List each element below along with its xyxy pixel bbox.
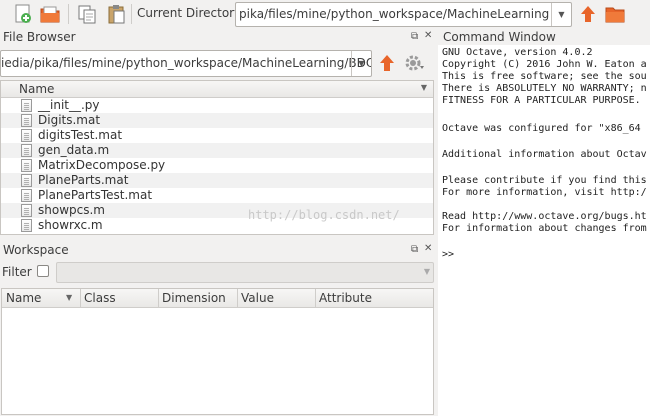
sort-indicator-icon[interactable]: ▼ bbox=[66, 293, 72, 302]
column-header-name[interactable]: Name bbox=[19, 82, 54, 96]
close-icon[interactable]: ✕ bbox=[424, 30, 432, 41]
chevron-down-icon[interactable]: ▼ bbox=[424, 267, 430, 276]
column-divider[interactable] bbox=[80, 289, 81, 308]
column-divider[interactable] bbox=[158, 289, 159, 308]
current-directory-label: Current Directory: bbox=[137, 6, 245, 20]
file-name[interactable]: digitsTest.mat bbox=[38, 128, 122, 142]
command-prompt[interactable]: >> bbox=[442, 249, 454, 260]
watermark: http://blog.csdn.net/ bbox=[248, 208, 400, 222]
command-window-title: Command Window bbox=[443, 30, 556, 44]
file-row[interactable]: PlanePartsTest.mat bbox=[1, 188, 433, 203]
file-name[interactable]: Digits.mat bbox=[38, 113, 100, 127]
toolbar-separator bbox=[68, 4, 69, 24]
chevron-down-icon[interactable]: ▼ bbox=[551, 3, 571, 26]
column-header-attribute[interactable]: Attribute bbox=[319, 291, 372, 305]
column-header-name[interactable]: Name bbox=[6, 291, 41, 305]
file-icon bbox=[21, 174, 32, 187]
close-icon[interactable]: ✕ bbox=[424, 243, 432, 254]
file-icon bbox=[21, 129, 32, 142]
workspace-table-header: Name ▼ Class Dimension Value Attribute bbox=[2, 289, 433, 308]
column-header-class[interactable]: Class bbox=[84, 291, 116, 305]
file-browser-title: File Browser bbox=[3, 30, 76, 44]
file-icon bbox=[21, 219, 32, 232]
copy-icon[interactable] bbox=[76, 3, 98, 25]
command-output-line: FITNESS FOR A PARTICULAR PURPOSE. bbox=[442, 95, 647, 106]
command-output-line: Read http://www.octave.org/bugs.ht bbox=[442, 211, 647, 222]
command-output-line: Additional information about Octav bbox=[442, 149, 647, 160]
file-name[interactable]: PlaneParts.mat bbox=[38, 173, 128, 187]
command-output-line: This is free software; see the sou bbox=[442, 71, 647, 82]
command-output-line: Copyright (C) 2016 John W. Eaton a bbox=[442, 59, 647, 70]
file-name[interactable]: PlanePartsTest.mat bbox=[38, 188, 152, 202]
file-browser-path[interactable]: iedia/pika/files/mine/python_workspace/M… bbox=[1, 56, 371, 70]
filter-checkbox[interactable] bbox=[37, 265, 49, 277]
up-directory-icon[interactable] bbox=[376, 52, 398, 74]
file-row[interactable]: digitsTest.mat bbox=[1, 128, 433, 143]
column-header-value[interactable]: Value bbox=[241, 291, 274, 305]
undock-icon[interactable]: ⧉ bbox=[411, 244, 418, 255]
file-icon bbox=[21, 144, 32, 157]
file-name[interactable]: __init__.py bbox=[38, 98, 100, 112]
up-directory-icon[interactable] bbox=[577, 3, 599, 25]
file-name[interactable]: gen_data.m bbox=[38, 143, 109, 157]
new-script-icon[interactable] bbox=[12, 3, 34, 25]
file-row[interactable]: MatrixDecompose.py bbox=[1, 158, 433, 173]
workspace-title: Workspace bbox=[3, 243, 69, 257]
command-output-line: Please contribute if you find this bbox=[442, 175, 647, 186]
current-directory-value[interactable]: pika/files/mine/python_workspace/Machine… bbox=[239, 7, 549, 21]
file-name[interactable]: showrxc.m bbox=[38, 218, 103, 232]
column-divider[interactable] bbox=[237, 289, 238, 308]
file-icon bbox=[21, 159, 32, 172]
file-row[interactable]: Digits.mat bbox=[1, 113, 433, 128]
browse-folder-icon[interactable] bbox=[604, 3, 626, 25]
command-output-line: GNU Octave, version 4.0.2 bbox=[442, 47, 593, 58]
file-icon bbox=[21, 189, 32, 202]
file-browser-path-combo[interactable]: iedia/pika/files/mine/python_workspace/M… bbox=[0, 50, 372, 77]
file-list-header[interactable]: Name ▼ bbox=[1, 81, 433, 98]
command-output-line: For information about changes from bbox=[442, 223, 647, 234]
chevron-down-icon[interactable]: ▼ bbox=[421, 83, 427, 92]
command-output-line: There is ABSOLUTELY NO WARRANTY; n bbox=[442, 83, 647, 94]
file-row[interactable]: gen_data.m bbox=[1, 143, 433, 158]
toolbar-separator bbox=[131, 4, 132, 24]
workspace-table: Name ▼ Class Dimension Value Attribute bbox=[1, 288, 434, 415]
column-header-dimension[interactable]: Dimension bbox=[162, 291, 226, 305]
command-window-output[interactable]: GNU Octave, version 4.0.2 Copyright (C) … bbox=[438, 45, 650, 416]
file-name[interactable]: showpcs.m bbox=[38, 203, 105, 217]
command-output-line: For more information, visit http:/ bbox=[442, 187, 647, 198]
gear-icon[interactable] bbox=[403, 52, 425, 74]
main-toolbar: Current Directory: pika/files/mine/pytho… bbox=[0, 0, 650, 28]
open-folder-icon[interactable] bbox=[39, 3, 61, 25]
column-divider[interactable] bbox=[315, 289, 316, 308]
file-name[interactable]: MatrixDecompose.py bbox=[38, 158, 165, 172]
file-icon bbox=[21, 114, 32, 127]
filter-label: Filter bbox=[2, 265, 32, 279]
file-icon bbox=[21, 204, 32, 217]
file-row[interactable]: PlaneParts.mat bbox=[1, 173, 433, 188]
chevron-down-icon[interactable]: ▼ bbox=[351, 51, 371, 76]
paste-icon[interactable] bbox=[105, 3, 127, 25]
undock-icon[interactable]: ⧉ bbox=[411, 31, 418, 42]
file-icon bbox=[21, 99, 32, 112]
filter-combo[interactable]: ▼ bbox=[56, 262, 434, 283]
file-row[interactable]: __init__.py bbox=[1, 98, 433, 113]
current-directory-combo[interactable]: pika/files/mine/python_workspace/Machine… bbox=[235, 2, 572, 27]
command-output-line: Octave was configured for "x86_64 bbox=[442, 123, 641, 134]
